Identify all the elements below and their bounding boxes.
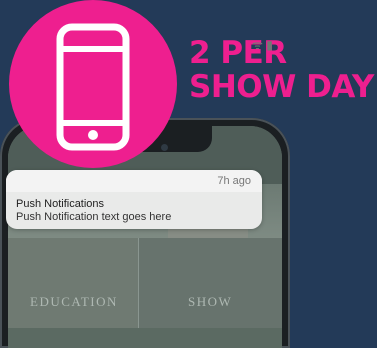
notification-time: 7h ago [217,175,251,187]
push-notification[interactable]: 7h ago Push Notifications Push Notificat… [6,170,262,229]
notification-title: Push Notifications [16,198,105,210]
headline: 2 PER SHOW DAY! [189,36,377,104]
status-indicators: ᯤ ▮ [252,38,273,52]
badge-circle [9,0,177,168]
app-tile-education[interactable] [8,238,139,328]
app-tile-show-label: SHOW [188,294,233,309]
headline-line-1: 2 PER [189,35,287,71]
headline-line-2: SHOW DAY! [189,69,377,105]
app-tile-education-label: EDUCATION [30,294,118,309]
smartphone-icon [56,23,130,151]
app-tile-show[interactable] [139,238,282,328]
notification-body: Push Notification text goes here [16,211,172,223]
